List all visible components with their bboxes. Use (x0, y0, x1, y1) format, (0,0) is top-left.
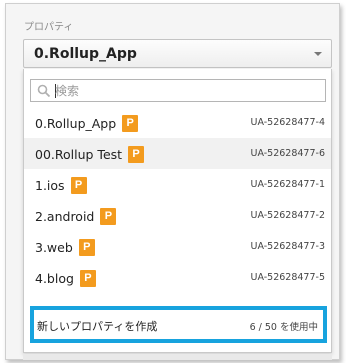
property-badge: P (128, 146, 145, 163)
property-item-label: 3.web P (35, 239, 95, 256)
property-tracking-id: UA-52628477-1 (250, 179, 326, 190)
property-name: 2.android (35, 209, 95, 224)
property-item[interactable]: 0.Rollup_App P UA-52628477-4 (24, 107, 331, 138)
create-property-footer: 新しいプロパティを作成 6 / 50 を使用中 (30, 306, 327, 343)
property-item[interactable]: 2.android P UA-52628477-2 (24, 200, 331, 231)
property-item[interactable]: 1.ios P UA-52628477-1 (24, 169, 331, 200)
property-item-label: 4.blog P (35, 270, 96, 287)
search-icon (37, 84, 51, 98)
property-item[interactable]: 00.Rollup Test P UA-52628477-6 (24, 138, 331, 169)
property-name: 1.ios (35, 178, 65, 193)
property-section-label: プロパティ (24, 22, 74, 33)
property-name: 4.blog (35, 271, 74, 286)
property-name: 0.Rollup_App (35, 116, 117, 131)
property-select-value: 0.Rollup_App (34, 46, 137, 62)
property-item[interactable]: 4.blog P UA-52628477-5 (24, 262, 331, 293)
property-badge: P (70, 177, 87, 194)
search-input[interactable] (55, 81, 321, 100)
property-tracking-id: UA-52628477-2 (250, 210, 326, 221)
property-badge: P (100, 208, 117, 225)
property-name: 00.Rollup Test (35, 147, 123, 162)
property-select[interactable]: 0.Rollup_App (23, 39, 332, 68)
property-item-label: 00.Rollup Test P (35, 146, 145, 163)
create-property-link[interactable]: 新しいプロパティを作成 (37, 318, 157, 334)
property-badge: P (78, 239, 95, 256)
search-box[interactable] (30, 79, 326, 102)
property-tracking-id: UA-52628477-4 (250, 117, 326, 128)
property-usage-count: 6 / 50 を使用中 (249, 322, 318, 333)
property-item-label: 0.Rollup_App P (35, 115, 139, 132)
property-tracking-id: UA-52628477-3 (250, 241, 326, 252)
property-tracking-id: UA-52628477-5 (250, 272, 326, 283)
property-name: 3.web (35, 240, 73, 255)
property-dropdown: 0.Rollup_App P UA-52628477-4 00.Rollup Test… (23, 69, 332, 353)
underlying-panel-edge (23, 354, 332, 360)
property-list: 0.Rollup_App P UA-52628477-4 00.Rollup Test… (24, 107, 331, 327)
property-item-label: 2.android P (35, 208, 117, 225)
caret-down-icon (314, 52, 322, 56)
property-item[interactable]: 3.web P UA-52628477-3 (24, 231, 331, 262)
property-tracking-id: UA-52628477-6 (250, 148, 326, 159)
property-item-label: 1.ios P (35, 177, 87, 194)
property-panel: プロパティ 0.Rollup_App 0.Rollup_App P UA-52628… (5, 3, 340, 360)
property-badge: P (122, 115, 139, 132)
property-badge: P (79, 270, 96, 287)
